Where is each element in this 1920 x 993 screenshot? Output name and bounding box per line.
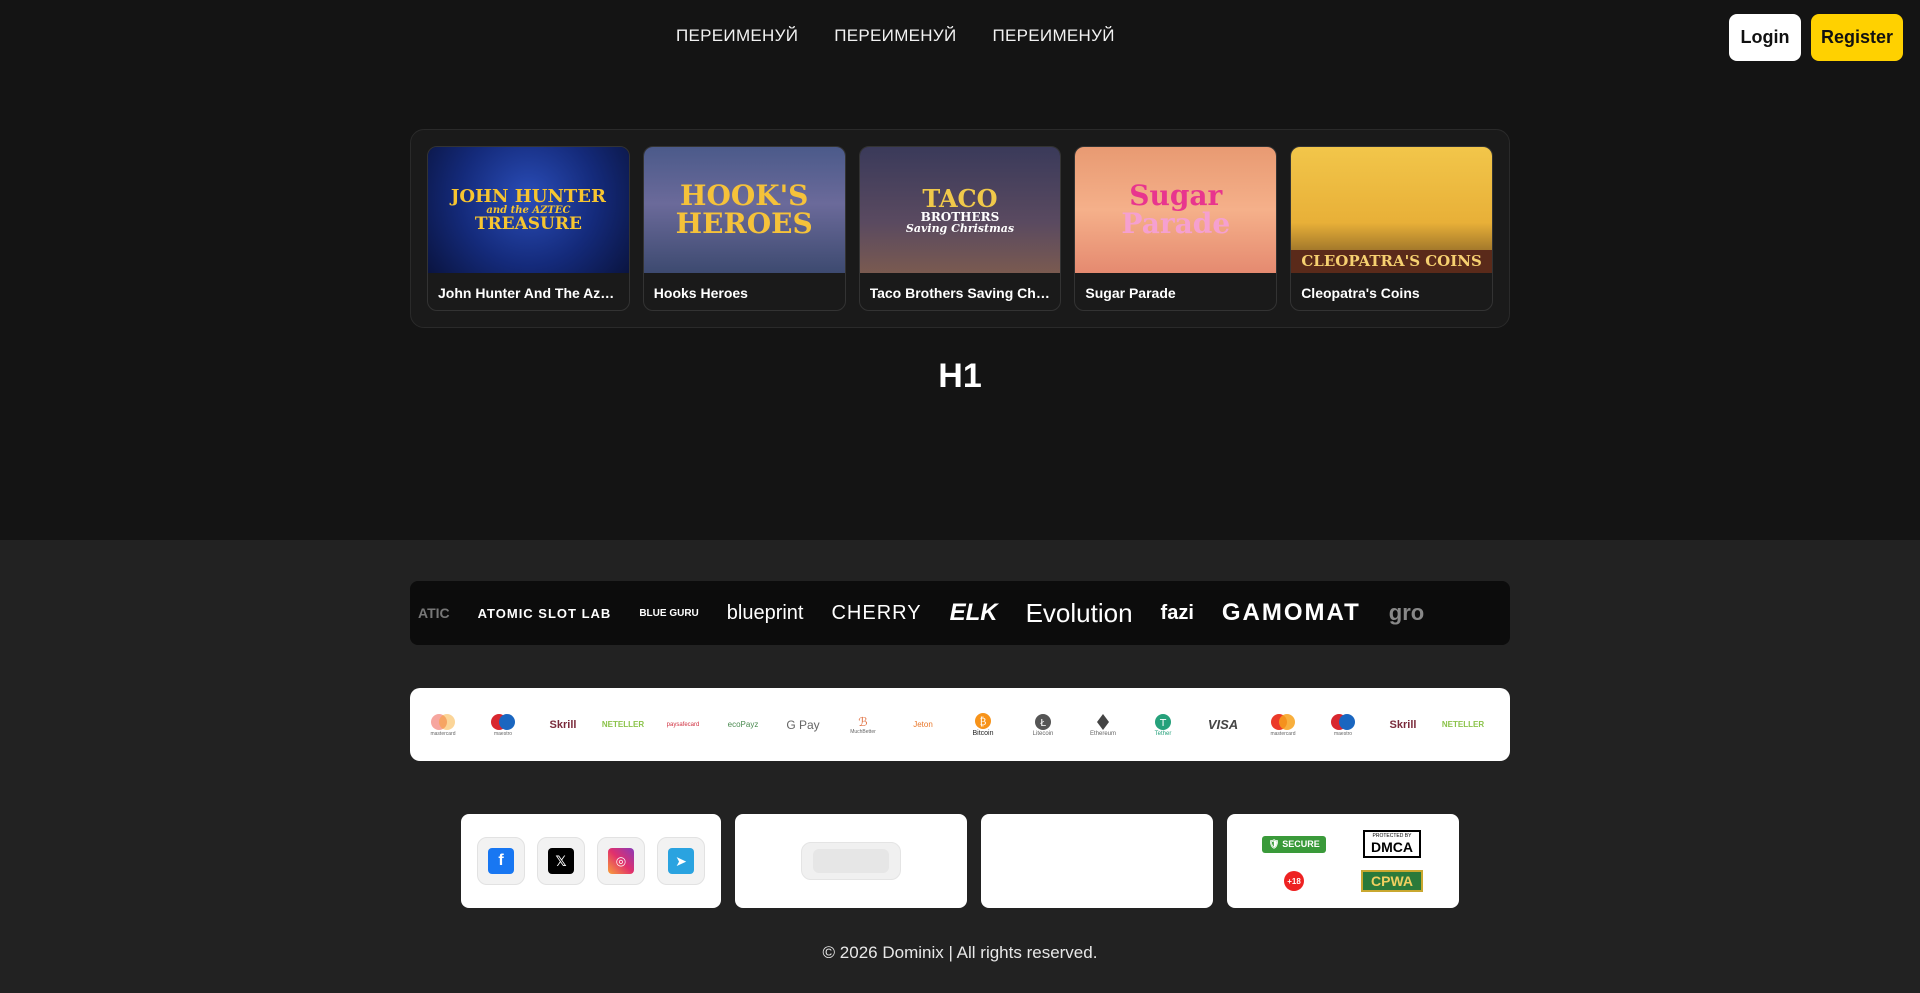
jeton-logo: Jeton — [913, 720, 933, 729]
main-nav: ПЕРЕИМЕНУЙ ПЕРЕИМЕНУЙ ПЕРЕИМЕНУЙ — [676, 26, 1115, 46]
game-thumbnail: Sugar Parade — [1075, 147, 1277, 273]
register-button[interactable]: Register — [1811, 14, 1903, 61]
providers-strip: ATIC ATOMIC SLOT LAB BLUE GURU blueprint… — [410, 581, 1510, 645]
site-footer: ATIC ATOMIC SLOT LAB BLUE GURU blueprint… — [0, 540, 1920, 993]
footer-boxes: f 𝕏 ◎ ➤ 🛡 SECURE PROTECTED BY DMCA +18 C… — [461, 814, 1459, 908]
google-pay-logo: G Pay — [786, 717, 820, 732]
game-art-text: BROTHERS — [920, 209, 1000, 224]
provider-logo: blueprint — [726, 601, 804, 624]
maestro-logo: maestro — [484, 710, 522, 740]
ethereum-logo: Ethereum — [1084, 710, 1122, 740]
facebook-icon: f — [488, 848, 514, 874]
footer-widget-empty — [981, 814, 1213, 908]
copyright-text: © 2026 Dominix | All rights reserved. — [822, 943, 1098, 962]
age-18-badge: +18 — [1284, 871, 1304, 891]
svg-text:₿: ₿ — [980, 716, 987, 728]
mastercard-logo: mastercard — [1264, 710, 1302, 740]
login-button[interactable]: Login — [1729, 14, 1801, 61]
game-art-text: CLEOPATRA'S COINS — [1291, 250, 1492, 273]
visa-logo: VISA — [1207, 717, 1239, 732]
game-title: Hooks Heroes — [653, 284, 748, 301]
provider-logo: gro — [1388, 600, 1425, 625]
nav-link-3[interactable]: ПЕРЕИМЕНУЙ — [993, 26, 1115, 46]
game-thumbnail: JOHN HUNTER and the AZTEC TREASURE — [428, 147, 629, 273]
provider-logo: fazi — [1160, 601, 1194, 624]
payments-strip: mastercard maestro Skrill NETELLER paysa… — [410, 688, 1510, 761]
social-links: f 𝕏 ◎ ➤ — [461, 814, 721, 908]
game-card[interactable]: HOOK'S HEROES Hooks Heroes — [642, 146, 846, 311]
provider-logo: ELK — [949, 599, 998, 626]
neteller-logo: NETELLER — [601, 720, 645, 729]
muchbetter-logo: ℬ MuchBetter — [850, 714, 876, 735]
game-card[interactable]: Sugar Parade Sugar Parade — [1074, 146, 1278, 311]
game-card[interactable]: JOHN HUNTER and the AZTEC TREASURE John … — [427, 146, 630, 311]
provider-logo: ATOMIC SLOT LAB — [477, 605, 612, 621]
game-card[interactable]: CLEOPATRA'S COINS Cleopatra's Coins — [1290, 146, 1493, 311]
game-art-text: Sugar — [1129, 179, 1223, 212]
placeholder-pill[interactable] — [801, 842, 901, 880]
provider-logo: GAMOMAT — [1221, 599, 1361, 626]
svg-text:Ł: Ł — [1039, 718, 1046, 729]
auth-buttons: Login Register — [1729, 14, 1903, 61]
paysafecard-logo: paysafecard — [666, 721, 700, 728]
telegram-link[interactable]: ➤ — [657, 837, 705, 885]
provider-logo: Evolution — [1025, 597, 1133, 628]
game-art-text: Saving Christmas — [905, 221, 1015, 235]
skrill-logo: Skrill — [549, 718, 577, 731]
game-title: Cleopatra's Coins — [1301, 284, 1420, 301]
game-art-text: TACO — [922, 183, 998, 213]
game-thumbnail: TACO BROTHERS Saving Christmas — [859, 147, 1061, 273]
footer-widget — [735, 814, 967, 908]
telegram-icon: ➤ — [668, 848, 694, 874]
x-link[interactable]: 𝕏 — [537, 837, 585, 885]
games-carousel: JOHN HUNTER and the AZTEC TREASURE John … — [410, 129, 1510, 328]
site-header: ПЕРЕИМЕНУЙ ПЕРЕИМЕНУЙ ПЕРЕИМЕНУЙ Login R… — [0, 0, 1920, 76]
litecoin-logo: Ł Litecoin — [1024, 710, 1062, 740]
nav-link-1[interactable]: ПЕРЕИМЕНУЙ — [676, 26, 798, 46]
x-icon: 𝕏 — [548, 848, 574, 874]
game-card[interactable]: TACO BROTHERS Saving Christmas Taco Brot… — [858, 146, 1062, 311]
game-title: Taco Brothers Saving Christmas — [869, 284, 1051, 301]
game-art-text: TREASURE — [474, 213, 582, 234]
dmca-badge[interactable]: PROTECTED BY DMCA — [1363, 830, 1421, 858]
provider-logo: ATIC — [418, 605, 450, 621]
mastercard-logo: mastercard — [424, 710, 462, 740]
nav-link-2[interactable]: ПЕРЕИМЕНУЙ — [834, 26, 956, 46]
game-art-text: Parade — [1121, 207, 1231, 240]
facebook-link[interactable]: f — [477, 837, 525, 885]
ecopayz-logo: ecoPayz — [727, 720, 759, 729]
page-heading: H1 — [938, 357, 982, 395]
skrill-logo: Skrill — [1389, 718, 1417, 731]
instagram-icon: ◎ — [608, 848, 634, 874]
game-title: John Hunter And The Aztec Treasure — [438, 284, 619, 301]
cpwa-badge[interactable]: CPWA — [1361, 870, 1423, 892]
instagram-link[interactable]: ◎ — [597, 837, 645, 885]
game-thumbnail: CLEOPATRA'S COINS — [1291, 147, 1492, 273]
game-art-text: HOOK'S — [680, 179, 809, 212]
neteller-logo: NETELLER — [1441, 720, 1485, 729]
provider-logo: BLUE GURU — [639, 607, 699, 619]
secure-badge: 🛡 SECURE — [1262, 835, 1326, 853]
bitcoin-logo: ₿ Bitcoin — [964, 710, 1002, 740]
maestro-logo: maestro — [1324, 710, 1362, 740]
game-art-text: HEROES — [675, 207, 813, 240]
trust-badges: 🛡 SECURE PROTECTED BY DMCA +18 CPWA — [1227, 814, 1459, 908]
tether-logo: T Tether — [1144, 710, 1182, 740]
game-thumbnail: HOOK'S HEROES — [643, 147, 845, 273]
svg-text:T: T — [1159, 718, 1167, 729]
game-title: Sugar Parade — [1085, 284, 1176, 301]
game-art-text: JOHN HUNTER — [450, 185, 606, 207]
provider-logo: CHERRY — [831, 601, 922, 624]
